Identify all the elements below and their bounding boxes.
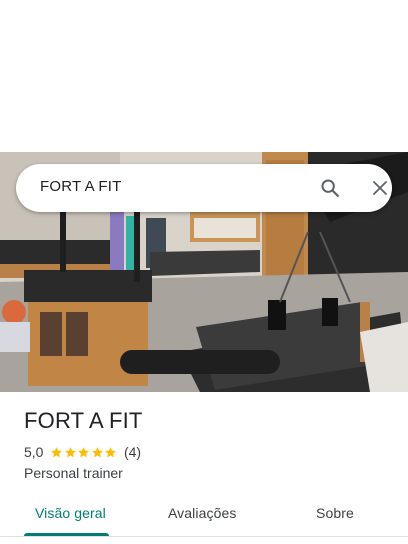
tab-reviews[interactable]: Avaliações [168, 505, 236, 521]
star-icon [51, 446, 63, 457]
tab-bar: Visão geral Avaliações Sobre [0, 490, 408, 538]
maps-place-panel: FORT A FIT FORT A FIT 5,0 (4) Personal t… [0, 0, 408, 544]
star-icon [105, 446, 117, 457]
search-input[interactable]: FORT A FIT [40, 178, 121, 195]
tabs-divider [0, 536, 408, 537]
rating-row[interactable]: 5,0 (4) [24, 444, 141, 460]
search-icon [321, 179, 339, 197]
search-bar[interactable]: FORT A FIT [16, 164, 392, 212]
close-button[interactable] [360, 172, 400, 204]
star-icon [92, 446, 103, 457]
tab-overview[interactable]: Visão geral [35, 505, 106, 521]
search-button[interactable] [310, 172, 350, 204]
place-title: FORT A FIT [24, 408, 143, 433]
rating-stars [50, 446, 118, 459]
star-icon [65, 446, 76, 457]
close-icon [373, 181, 387, 195]
star-icon [78, 446, 90, 457]
place-category: Personal trainer [24, 465, 123, 481]
rating-value: 5,0 [24, 444, 44, 460]
tab-about[interactable]: Sobre [316, 505, 354, 521]
review-count[interactable]: (4) [124, 444, 141, 460]
